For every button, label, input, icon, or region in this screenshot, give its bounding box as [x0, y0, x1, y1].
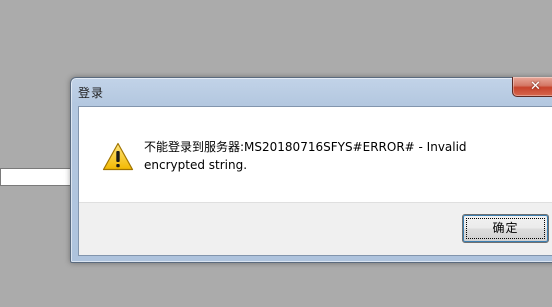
dialog-titlebar[interactable]: 登录 ✕ — [71, 77, 552, 106]
ok-button[interactable]: 确定 — [462, 214, 549, 243]
close-button[interactable]: ✕ — [512, 77, 552, 97]
dialog-body: 不能登录到服务器:MS20180716SFYS#ERROR# - Invalid… — [78, 106, 552, 256]
background-input-field — [0, 168, 74, 186]
dialog-title: 登录 — [78, 86, 105, 100]
message-area: 不能登录到服务器:MS20180716SFYS#ERROR# - Invalid… — [79, 107, 552, 202]
warning-icon — [102, 142, 134, 171]
error-message: 不能登录到服务器:MS20180716SFYS#ERROR# - Invalid… — [144, 140, 467, 172]
login-error-dialog: 登录 ✕ 不能登录到服务器:MS20180716SFYS#ERROR# - In… — [70, 77, 552, 263]
close-icon: ✕ — [530, 79, 541, 94]
ok-button-label: 确定 — [492, 221, 519, 235]
